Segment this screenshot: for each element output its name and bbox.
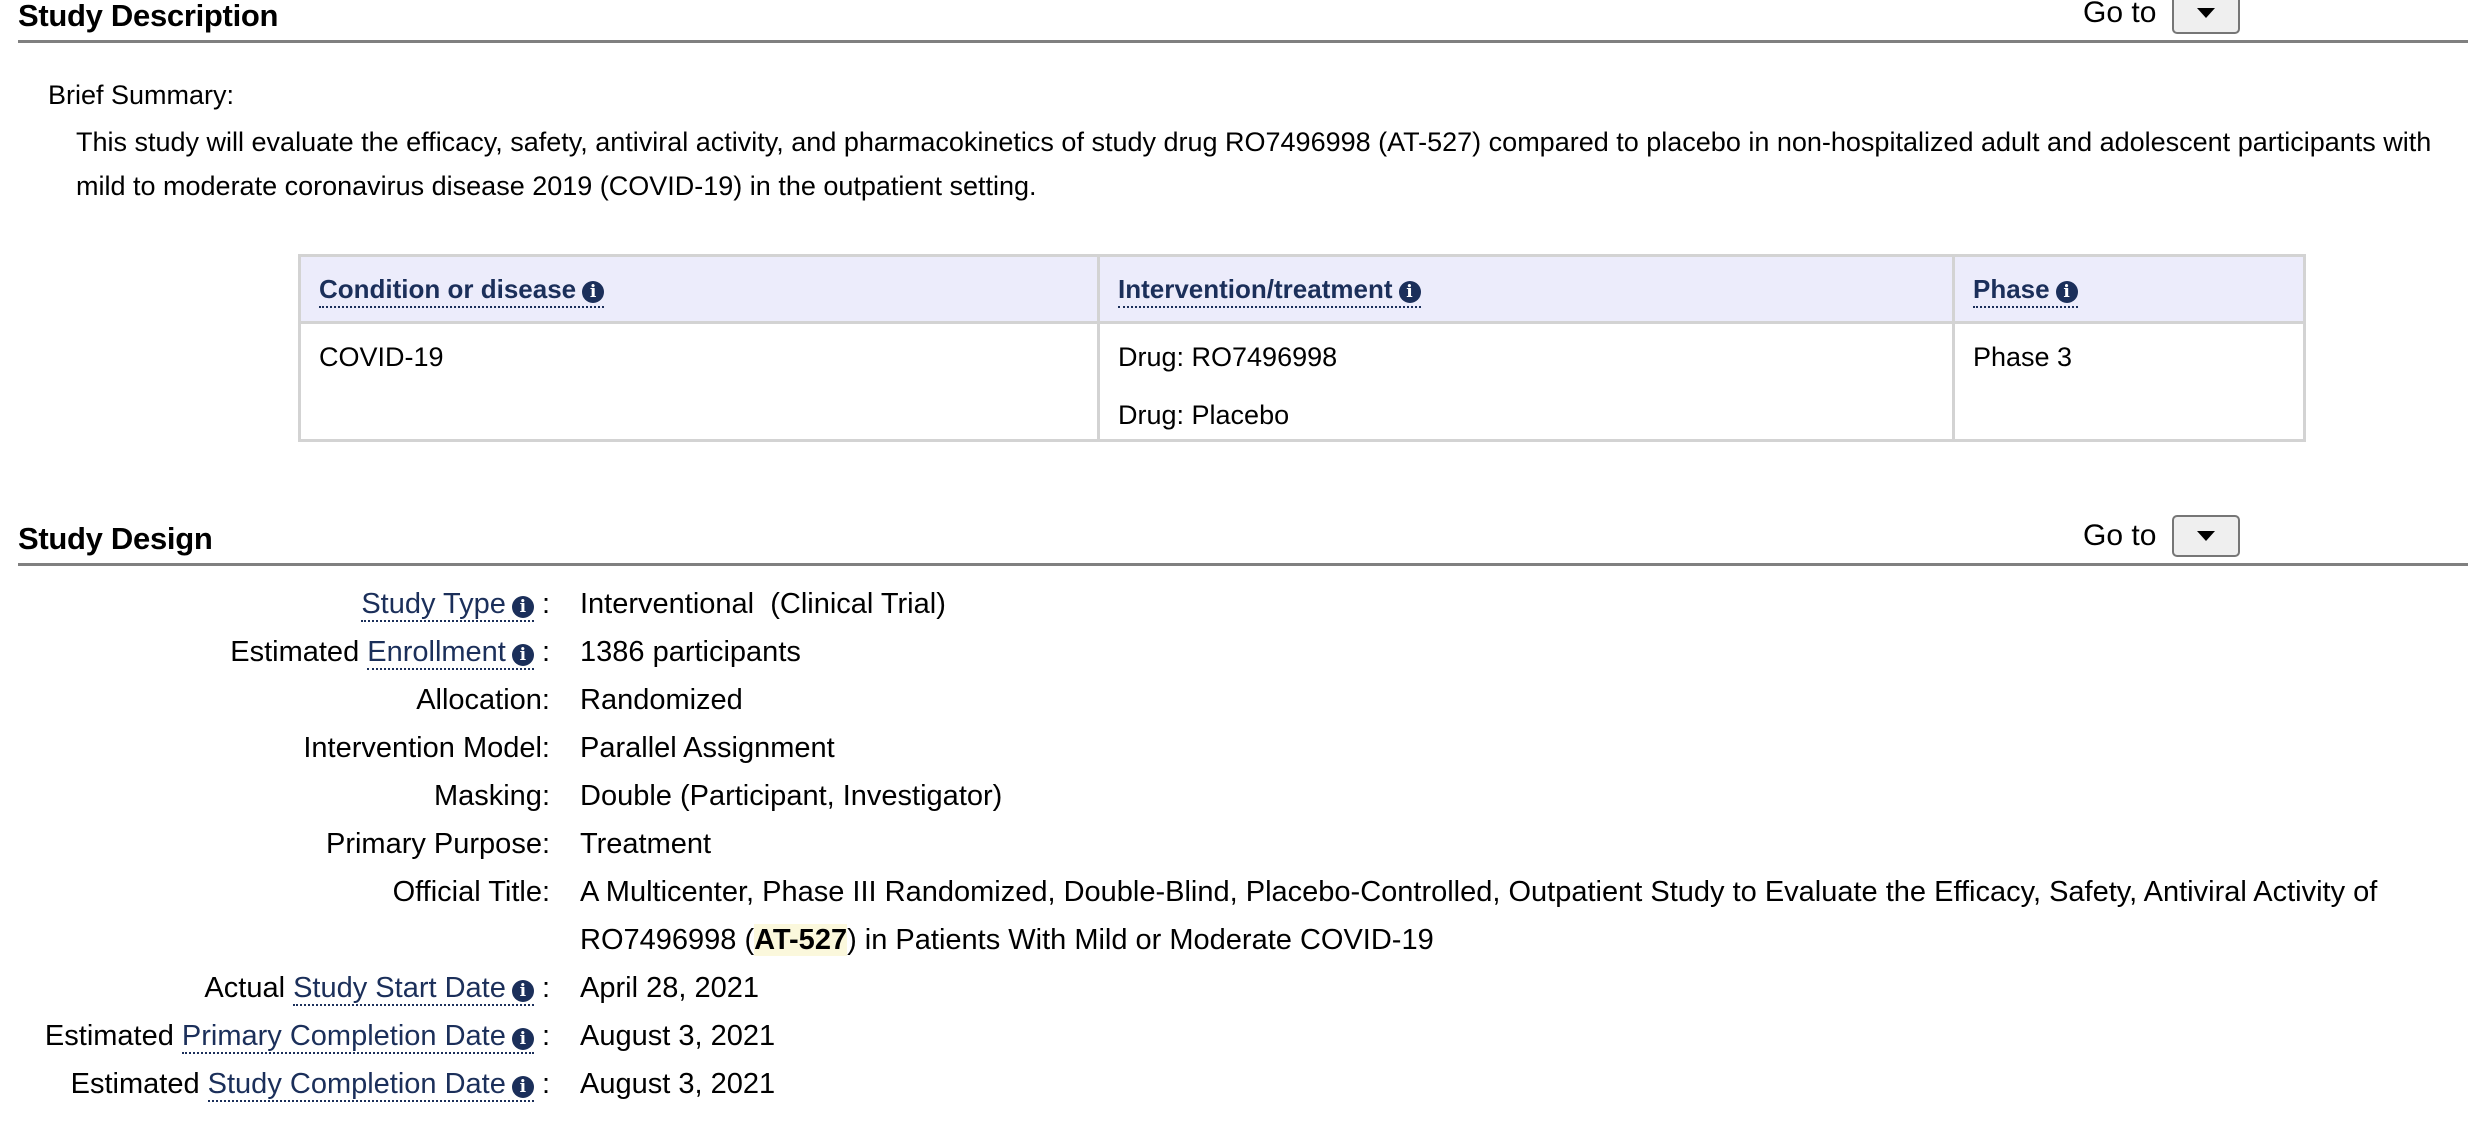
- row-label: Study Type i :: [361, 588, 550, 622]
- section-title-study-description: Study Description: [18, 0, 279, 33]
- brief-summary-line: mild to moderate coronavirus disease 201…: [76, 171, 1037, 201]
- goto-control: Go to: [2083, 0, 2241, 34]
- header-intervention: Intervention/treatment i: [1097, 254, 1955, 324]
- info-icon[interactable]: i: [511, 980, 534, 1002]
- row-value: August 3, 2021: [580, 1068, 776, 1100]
- study-completion-date-link[interactable]: Study Completion Date i: [207, 1068, 534, 1102]
- row-label: Estimated Primary Completion Date i :: [44, 1020, 550, 1054]
- info-icon[interactable]: i: [511, 596, 534, 618]
- row-value: Treatment: [580, 828, 712, 860]
- cell-condition: COVID-19: [298, 321, 1100, 442]
- brief-summary-line: This study will evaluate the efficacy, s…: [76, 127, 2432, 157]
- info-icon[interactable]: i: [582, 280, 605, 303]
- row-value: Interventional (Clinical Trial): [580, 588, 946, 620]
- enrollment-link[interactable]: Enrollment i: [367, 636, 534, 670]
- row-label: Masking:: [433, 780, 550, 812]
- brief-summary-label: Brief Summary:: [48, 80, 235, 110]
- row-label: Official Title:: [392, 876, 550, 908]
- intervention-item: Drug: RO7496998: [1118, 342, 1338, 372]
- row-value: Parallel Assignment: [580, 732, 835, 764]
- row-value: A Multicenter, Phase III Randomized, Dou…: [580, 876, 2377, 957]
- header-condition: Condition or disease i: [298, 254, 1100, 324]
- condition-header-link[interactable]: Condition or disease i: [319, 273, 605, 308]
- info-icon[interactable]: i: [511, 1076, 534, 1098]
- study-design-header: Study Design Go to: [18, 515, 2468, 566]
- row-value: Randomized: [580, 684, 743, 716]
- primary-completion-date-link[interactable]: Primary Completion Date i: [181, 1020, 534, 1054]
- info-icon[interactable]: i: [511, 644, 534, 666]
- info-icon[interactable]: i: [511, 1028, 534, 1050]
- caret-down-icon: [2197, 531, 2216, 541]
- table-header-row: Condition or disease i Intervention/treat…: [298, 254, 2306, 324]
- phase-header-link[interactable]: Phase i: [1973, 273, 2078, 308]
- caret-down-icon: [2197, 8, 2216, 18]
- row-value: Double (Participant, Investigator): [580, 780, 1003, 812]
- study-description-header: Study Description Go to: [18, 0, 2468, 43]
- info-icon[interactable]: i: [2055, 280, 2078, 303]
- study-type-link[interactable]: Study Type i: [361, 588, 534, 622]
- goto-dropdown-button[interactable]: [2172, 0, 2241, 34]
- row-label: Primary Purpose:: [325, 828, 550, 860]
- row-value: April 28, 2021: [580, 972, 759, 1004]
- intervention-header-link[interactable]: Intervention/treatment i: [1118, 273, 1421, 308]
- search-highlight: AT-527: [754, 924, 848, 956]
- conditions-table: Condition or disease i Intervention/treat…: [298, 254, 2306, 442]
- row-label: Intervention Model:: [303, 732, 550, 764]
- study-start-date-link[interactable]: Study Start Date i: [293, 972, 534, 1006]
- row-label: Allocation:: [416, 684, 550, 716]
- row-value: August 3, 2021: [580, 1020, 776, 1052]
- row-label: Actual Study Start Date i :: [204, 972, 550, 1006]
- goto-dropdown-button[interactable]: [2172, 515, 2241, 557]
- row-value: 1386 participants: [580, 636, 801, 668]
- intervention-item: Drug: Placebo: [1118, 400, 1290, 430]
- row-label: Estimated Study Completion Date i :: [70, 1068, 550, 1102]
- row-label: Estimated Enrollment i :: [230, 636, 550, 670]
- goto-label: Go to: [2083, 519, 2157, 552]
- official-title-line: RO7496998 (AT-527) in Patients With Mild…: [580, 924, 1434, 956]
- cell-interventions: Drug: RO7496998 Drug: Placebo: [1097, 321, 1955, 442]
- cell-phase: Phase 3: [1952, 321, 2306, 442]
- header-phase: Phase i: [1952, 254, 2306, 324]
- info-icon[interactable]: i: [1398, 280, 1421, 303]
- goto-control: Go to: [2083, 515, 2241, 557]
- brief-summary-text: This study will evaluate the efficacy, s…: [76, 120, 2468, 208]
- table-row: COVID-19 Drug: RO7496998 Drug: Placebo P…: [298, 321, 2306, 442]
- section-title-study-design: Study Design: [18, 521, 213, 556]
- goto-label: Go to: [2083, 0, 2157, 29]
- official-title-line: A Multicenter, Phase III Randomized, Dou…: [580, 876, 2378, 908]
